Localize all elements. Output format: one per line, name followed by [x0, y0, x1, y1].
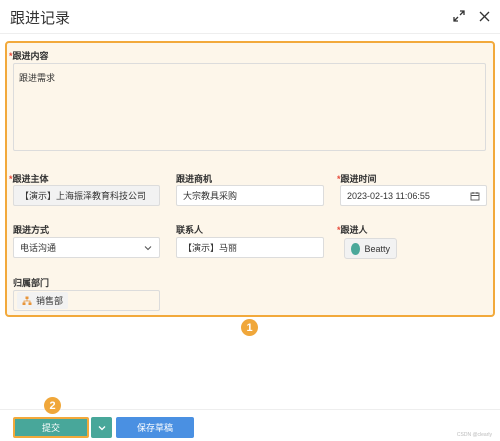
- follower-label: *跟进人: [337, 225, 368, 235]
- department-tag: 销售部: [17, 292, 69, 309]
- dialog-title: 跟进记录: [10, 10, 71, 27]
- annotation-badge-1: 1: [241, 319, 258, 336]
- method-select[interactable]: 电话沟通: [13, 237, 160, 258]
- annotation-badge-2: 2: [44, 397, 61, 414]
- time-value: 2023-02-13 11:06:55: [347, 190, 430, 201]
- opportunity-value: 大宗教具采购: [183, 191, 238, 201]
- expand-icon[interactable]: [451, 8, 467, 24]
- content-label: *跟进内容: [9, 51, 49, 61]
- submit-dropdown-button[interactable]: [91, 417, 112, 438]
- subject-label: *跟进主体: [9, 174, 49, 184]
- submit-button[interactable]: 提交: [13, 417, 89, 438]
- org-tree-icon: [22, 296, 32, 305]
- contact-label: 联系人: [176, 225, 204, 235]
- watermark: CSDN @clearly: [456, 432, 492, 438]
- opportunity-field[interactable]: 大宗教具采购: [176, 185, 324, 206]
- chevron-down-icon: [98, 425, 105, 430]
- follower-value: Beatty: [364, 243, 390, 254]
- dialog-header: 跟进记录: [0, 0, 500, 34]
- content-value: 跟进需求: [19, 73, 56, 83]
- contact-value: 【演示】马丽: [183, 243, 238, 253]
- time-label: *跟进时间: [337, 174, 377, 184]
- chevron-down-icon: [143, 243, 153, 253]
- opportunity-label: 跟进商机: [176, 174, 213, 184]
- method-label: 跟进方式: [13, 225, 50, 235]
- content-textarea[interactable]: 跟进需求: [13, 63, 486, 151]
- department-label: 归属部门: [13, 278, 50, 288]
- time-field[interactable]: 2023-02-13 11:06:55: [340, 185, 487, 206]
- subject-field: 【演示】上海振泽教育科技公司: [13, 185, 160, 206]
- avatar-icon: [351, 242, 361, 255]
- method-value: 电话沟通: [20, 243, 57, 253]
- contact-field[interactable]: 【演示】马丽: [176, 237, 324, 258]
- department-value: 销售部: [36, 296, 64, 306]
- subject-value: 【演示】上海振泽教育科技公司: [20, 191, 147, 201]
- department-field[interactable]: 销售部: [13, 290, 160, 311]
- follow-up-dialog: 跟进记录 *跟进内容 跟进需求 *跟进主体 【演示】上海振泽教育科技公司 跟进商…: [0, 0, 500, 441]
- save-draft-button[interactable]: 保存草稿: [116, 417, 194, 438]
- save-draft-label: 保存草稿: [136, 423, 173, 433]
- calendar-icon[interactable]: [470, 191, 480, 201]
- submit-label: 提交: [41, 423, 60, 433]
- follower-tag[interactable]: Beatty: [344, 238, 397, 259]
- close-icon[interactable]: [476, 8, 492, 24]
